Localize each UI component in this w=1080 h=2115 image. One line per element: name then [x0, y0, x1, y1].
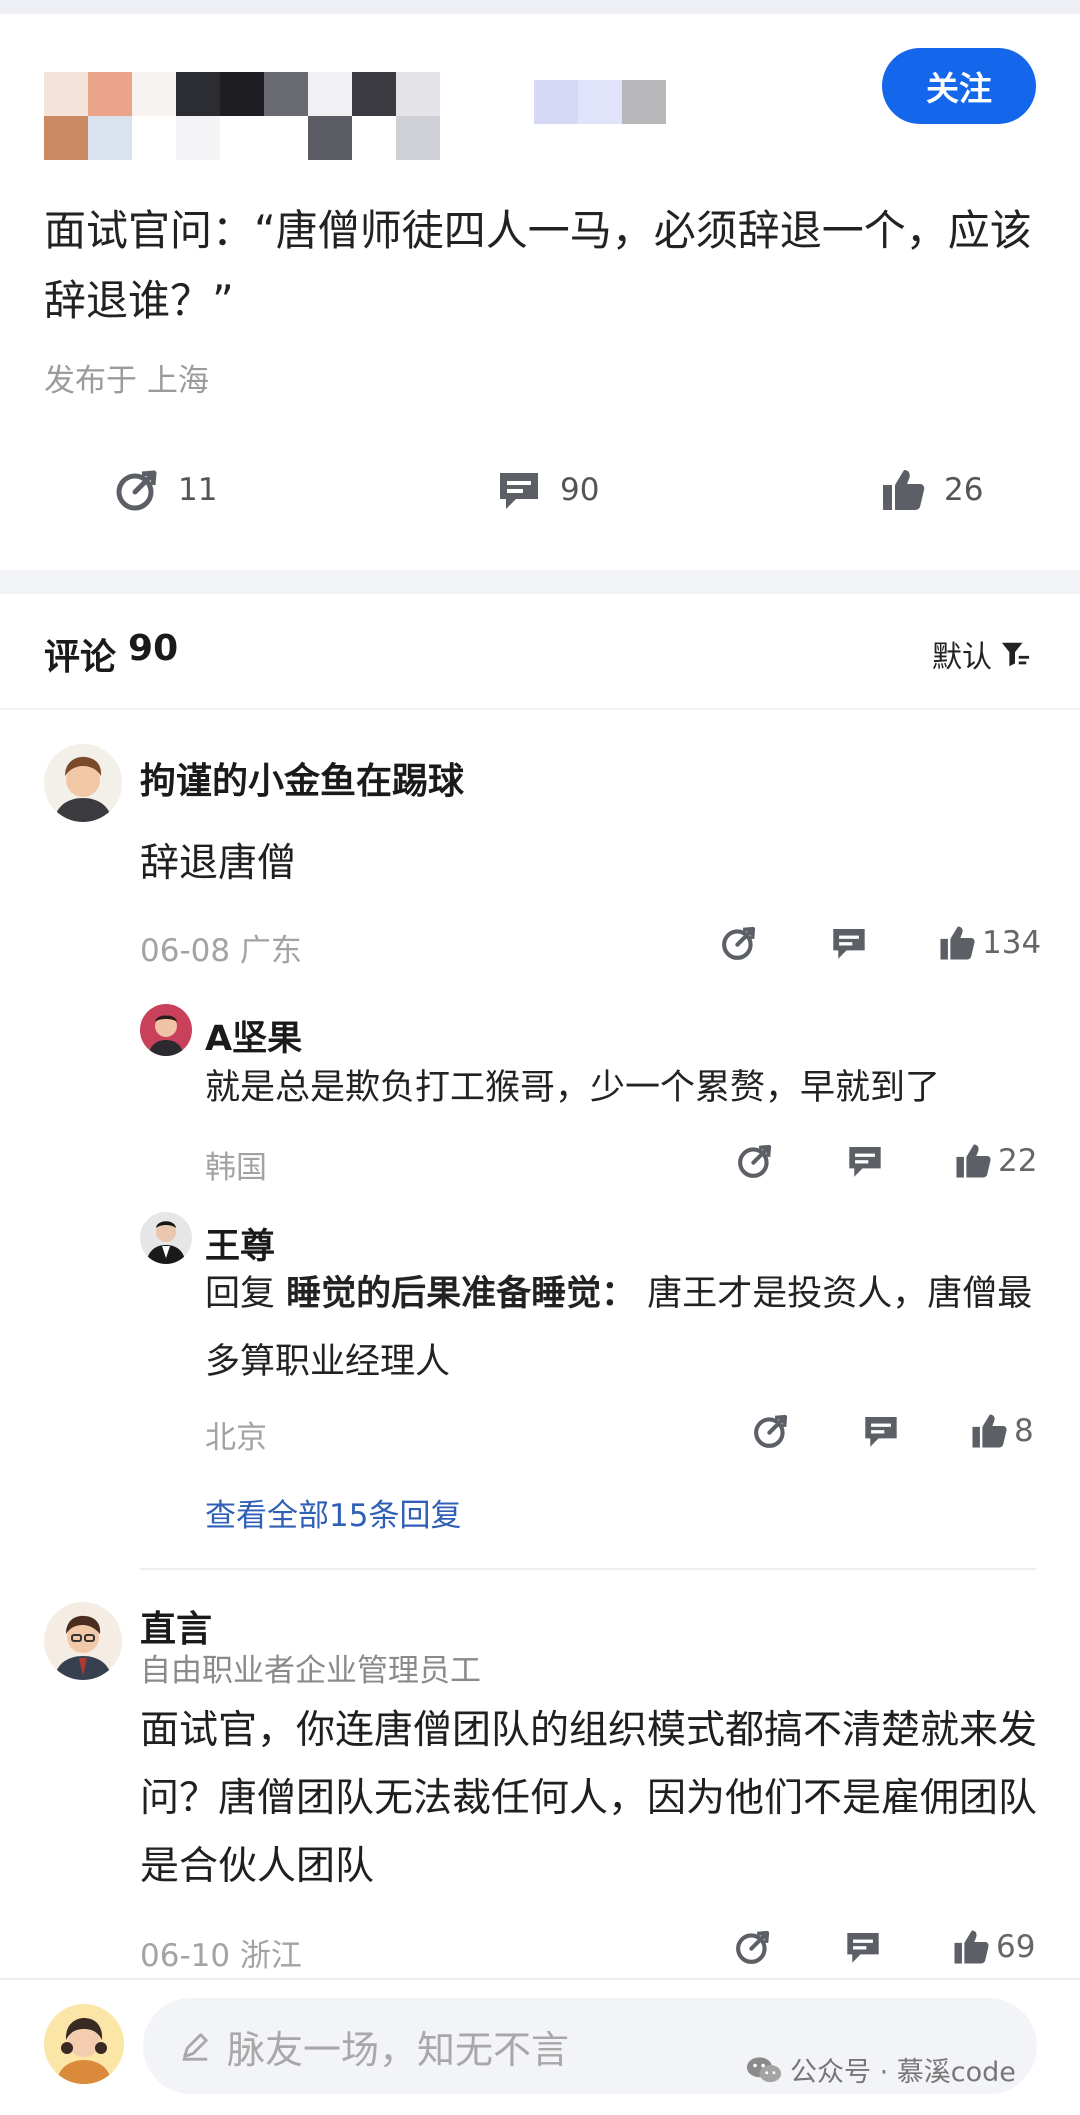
share-action[interactable]: 11	[114, 462, 217, 518]
share-button[interactable]	[736, 1142, 774, 1180]
like-count: 26	[944, 472, 984, 508]
reply-prefix: 回复	[205, 1274, 287, 1314]
avatar[interactable]	[44, 744, 122, 822]
like-button[interactable]: 22	[954, 1142, 1037, 1180]
like-count: 134	[982, 925, 1042, 961]
post-text: 面试官问：“唐僧师徒四人一马，必须辞退一个，应该辞退谁？”	[44, 206, 1032, 325]
comments-title: 评论	[44, 637, 117, 678]
like-icon	[938, 924, 976, 962]
wechat-icon	[746, 2055, 782, 2085]
sort-button[interactable]: 默认	[932, 632, 1030, 676]
share-button[interactable]	[720, 924, 758, 962]
like-count: 69	[996, 1929, 1036, 1965]
avatar[interactable]	[140, 1004, 192, 1056]
avatar[interactable]	[44, 1602, 122, 1680]
comments-count: 90	[128, 628, 179, 669]
comment-count: 90	[560, 472, 600, 508]
comment-action[interactable]: 90	[496, 462, 599, 518]
reply-text: 回复 睡觉的后果准备睡觉： 唐王才是投资人，唐僧最多算职业经理人	[205, 1260, 1045, 1396]
reply-button[interactable]	[844, 1928, 882, 1966]
reply-button[interactable]	[846, 1142, 884, 1180]
avatar[interactable]	[140, 1212, 192, 1264]
follow-button[interactable]: 关注	[882, 48, 1036, 124]
header-divider	[0, 708, 1080, 710]
share-button[interactable]	[734, 1928, 772, 1966]
reply-button[interactable]	[862, 1412, 900, 1450]
reply-meta: 北京	[205, 1420, 267, 1456]
author-title: 自由职业者企业管理员工	[140, 1653, 481, 1689]
share-icon	[736, 1142, 774, 1180]
comment-icon	[862, 1412, 900, 1450]
post-location: 发布于 上海	[44, 363, 209, 399]
comment-icon	[846, 1142, 884, 1180]
watermark: 公众号 · 慕溪code	[746, 2050, 1016, 2089]
top-strip	[0, 0, 1080, 14]
reply-meta: 韩国	[205, 1150, 267, 1186]
share-icon	[734, 1928, 772, 1966]
like-icon	[952, 1928, 990, 1966]
like-icon	[970, 1412, 1008, 1450]
pixelated-user-info[interactable]	[44, 28, 724, 168]
comment-author[interactable]: 拘谨的小金鱼在踢球	[140, 752, 464, 804]
view-all-replies-link[interactable]: 查看全部15条回复	[205, 1490, 461, 1535]
pen-icon	[179, 2030, 211, 2062]
comment-meta: 06-10 浙江	[140, 1938, 302, 1974]
like-button[interactable]: 69	[952, 1928, 1035, 1966]
comment-icon	[496, 467, 542, 513]
like-button[interactable]: 134	[938, 924, 1041, 962]
share-count: 11	[178, 472, 218, 508]
reply-button[interactable]	[830, 924, 868, 962]
reply-target[interactable]: 睡觉的后果准备睡觉：	[286, 1274, 636, 1314]
comment-input-placeholder: 脉友一场，知无不言	[227, 2027, 570, 2072]
comment-divider	[140, 1568, 1036, 1570]
like-action[interactable]: 26	[880, 462, 983, 518]
like-button[interactable]: 8	[970, 1412, 1034, 1450]
comment-meta: 06-08 广东	[140, 933, 302, 969]
comments-header: 评论 90	[44, 628, 178, 680]
share-icon	[752, 1412, 790, 1450]
my-avatar[interactable]	[44, 2004, 124, 2084]
watermark-text: 公众号 · 慕溪code	[790, 2057, 1016, 2088]
share-button[interactable]	[752, 1412, 790, 1450]
section-divider	[0, 570, 1080, 594]
like-icon	[954, 1142, 992, 1180]
comment-icon	[830, 924, 868, 962]
sort-label: 默认	[932, 640, 992, 675]
comment-text: 辞退唐僧	[140, 841, 297, 886]
comment-text: 面试官，你连唐僧团队的组织模式都搞不清楚就来发问？唐僧团队无法裁任何人，因为他们…	[140, 1708, 1038, 1889]
like-count: 22	[998, 1143, 1038, 1179]
comment-icon	[844, 1928, 882, 1966]
like-count: 8	[1014, 1413, 1034, 1449]
filter-icon	[1000, 639, 1030, 669]
share-icon	[114, 467, 160, 513]
bottom-bar-divider	[0, 1978, 1080, 1980]
reply-text: 就是总是欺负打工猴哥，少一个累赘，早就到了	[205, 1068, 941, 1108]
like-icon	[880, 467, 926, 513]
share-icon	[720, 924, 758, 962]
